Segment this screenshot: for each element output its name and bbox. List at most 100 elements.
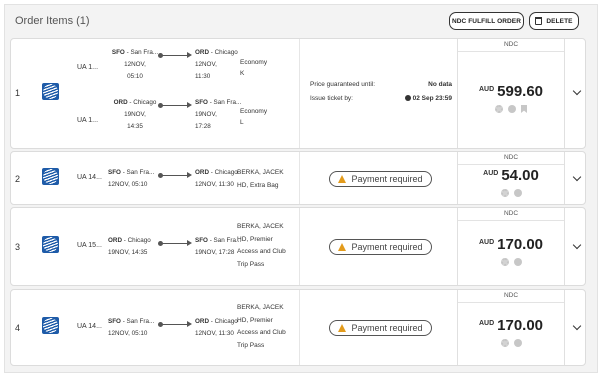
route-arrow-icon bbox=[158, 51, 192, 59]
ndc-tag: NDC bbox=[503, 292, 519, 299]
payment-required-badge: Payment required bbox=[329, 320, 432, 336]
cabin-class: Economy bbox=[240, 59, 268, 66]
arrival-datetime: 12NOV, 11:30 bbox=[195, 181, 234, 188]
order-items-header: Order Items (1) NDC FULFILL ORDER DELETE bbox=[5, 5, 597, 37]
column-divider bbox=[299, 152, 300, 204]
to-city: - Chicago bbox=[209, 49, 238, 56]
flight-number: UA 1... bbox=[77, 117, 99, 124]
circle-icon[interactable] bbox=[508, 105, 516, 113]
arrival-segment: ORD - Chicago 12NOV, 11:30 bbox=[195, 316, 238, 340]
arrival-date: 19NOV, bbox=[195, 111, 217, 118]
order-item-row-2: 2 UA 14... SFO - San Fra... 12NOV, 05:10… bbox=[10, 151, 586, 205]
price-box: NDC AUD 54.00 bbox=[457, 152, 565, 204]
to-code: ORD bbox=[195, 49, 209, 56]
bookmark-icon[interactable] bbox=[521, 105, 527, 113]
cabin-info: Economy K bbox=[240, 57, 267, 79]
to-code: ORD bbox=[195, 169, 209, 176]
order-item-row-3: 3 UA 15... ORD - Chicago 19NOV, 14:35 SF… bbox=[10, 207, 586, 286]
chevron-down-icon[interactable] bbox=[572, 172, 582, 182]
departure-datetime: 12NOV, 05:10 bbox=[108, 330, 148, 337]
departure-date: 12NOV, bbox=[124, 61, 146, 68]
payment-required-badge: Payment required bbox=[329, 239, 432, 255]
order-item-row-4: 4 UA 14... SFO - San Fra... 12NOV, 05:10… bbox=[10, 289, 586, 366]
fare-class: K bbox=[240, 70, 245, 77]
flight-number: UA 14... bbox=[77, 323, 102, 330]
amount: 170.00 bbox=[497, 236, 544, 253]
from-city: - San Fra... bbox=[124, 49, 159, 56]
row-number: 4 bbox=[15, 323, 21, 333]
passenger-line: HD, Extra Bag bbox=[237, 181, 279, 189]
gear-icon[interactable] bbox=[500, 339, 509, 347]
currency: AUD bbox=[478, 320, 495, 327]
to-code: ORD bbox=[195, 318, 209, 325]
gear-icon[interactable] bbox=[500, 189, 509, 197]
chevron-down-icon[interactable] bbox=[572, 321, 582, 331]
flight-number: UA 15... bbox=[77, 242, 102, 249]
arrival-date: 12NOV, bbox=[195, 61, 217, 68]
currency: AUD bbox=[483, 170, 499, 177]
price: AUD 54.00 bbox=[458, 167, 564, 185]
chevron-down-icon[interactable] bbox=[572, 240, 582, 250]
passenger-info: BERKA, JACEK HD, Premier Access and Club… bbox=[237, 302, 286, 352]
arrival-datetime: 19NOV, 17:28 bbox=[195, 249, 235, 256]
column-divider bbox=[299, 290, 300, 365]
passenger-line: Access and Club bbox=[237, 329, 286, 336]
delete-button[interactable]: DELETE bbox=[529, 12, 579, 30]
order-items-title: Order Items (1) bbox=[15, 15, 90, 27]
arrival-segment: ORD - Chicago 12NOV, 11:30 bbox=[195, 47, 238, 83]
route-arrow-icon bbox=[158, 320, 192, 328]
departure-datetime: 19NOV, 14:35 bbox=[108, 249, 148, 256]
departure-date: 19NOV, bbox=[124, 111, 146, 118]
price-box: NDC AUD 599.60 bbox=[457, 39, 565, 148]
price-box: NDC AUD 170.00 bbox=[457, 208, 565, 285]
passenger-line: BERKA, JACEK bbox=[237, 223, 284, 230]
departure-segment: SFO - San Fra... 12NOV, 05:10 bbox=[108, 316, 154, 340]
departure-segment: SFO - San Fra... 12NOV, 05:10 bbox=[108, 167, 154, 191]
column-divider bbox=[299, 39, 300, 148]
circle-icon[interactable] bbox=[513, 339, 522, 347]
price-guaranteed-value: No data bbox=[428, 81, 452, 88]
status-text: Payment required bbox=[351, 323, 423, 333]
payment-required-badge: Payment required bbox=[329, 171, 432, 187]
clock-icon bbox=[404, 95, 411, 101]
from-city: - San Fra... bbox=[120, 318, 155, 325]
route-arrow-icon bbox=[158, 101, 192, 109]
arrival-segment: SFO - San Fra... 19NOV, 17:28 bbox=[195, 97, 241, 133]
from-code: SFO bbox=[108, 318, 121, 325]
column-divider bbox=[299, 208, 300, 285]
gear-icon[interactable] bbox=[500, 258, 509, 266]
passenger-info: BERKA, JACEK HD, Extra Bag bbox=[237, 167, 284, 192]
price-guaranteed-label: Price guaranteed until: bbox=[310, 81, 376, 88]
status-text: Payment required bbox=[351, 174, 423, 184]
chevron-down-icon[interactable] bbox=[572, 86, 582, 96]
gear-icon[interactable] bbox=[495, 105, 503, 113]
price: AUD 170.00 bbox=[458, 317, 564, 335]
from-city: - Chicago bbox=[122, 237, 151, 244]
circle-icon[interactable] bbox=[513, 189, 522, 197]
passenger-info: BERKA, JACEK HD, Premier Access and Club… bbox=[237, 221, 286, 271]
from-code: SFO bbox=[111, 49, 125, 56]
currency: AUD bbox=[478, 239, 495, 246]
arrival-time: 17:28 bbox=[195, 123, 211, 130]
departure-time: 14:35 bbox=[127, 123, 143, 130]
warning-icon bbox=[338, 243, 347, 251]
ndc-tag: NDC bbox=[503, 210, 519, 217]
circle-icon[interactable] bbox=[513, 258, 522, 266]
ndc-fulfill-order-button[interactable]: NDC FULFILL ORDER bbox=[449, 12, 524, 30]
passenger-line: Trip Pass bbox=[237, 260, 265, 268]
warning-icon bbox=[338, 324, 347, 332]
fare-class: L bbox=[240, 119, 244, 126]
from-code: ORD bbox=[113, 99, 128, 106]
price: AUD 170.00 bbox=[458, 236, 564, 254]
currency: AUD bbox=[478, 86, 495, 93]
to-code: SFO bbox=[195, 237, 208, 244]
issue-ticket-label: Issue ticket by: bbox=[310, 95, 353, 102]
route-arrow-icon bbox=[158, 171, 192, 179]
airline-logo-icon bbox=[42, 236, 59, 253]
amount: 54.00 bbox=[501, 167, 539, 184]
order-items-panel: Order Items (1) NDC FULFILL ORDER DELETE… bbox=[4, 4, 598, 373]
price: AUD 599.60 bbox=[458, 83, 564, 101]
passenger-line: HD, Premier bbox=[237, 235, 273, 243]
from-code: ORD bbox=[108, 237, 122, 244]
route-arrow-icon bbox=[158, 239, 192, 247]
